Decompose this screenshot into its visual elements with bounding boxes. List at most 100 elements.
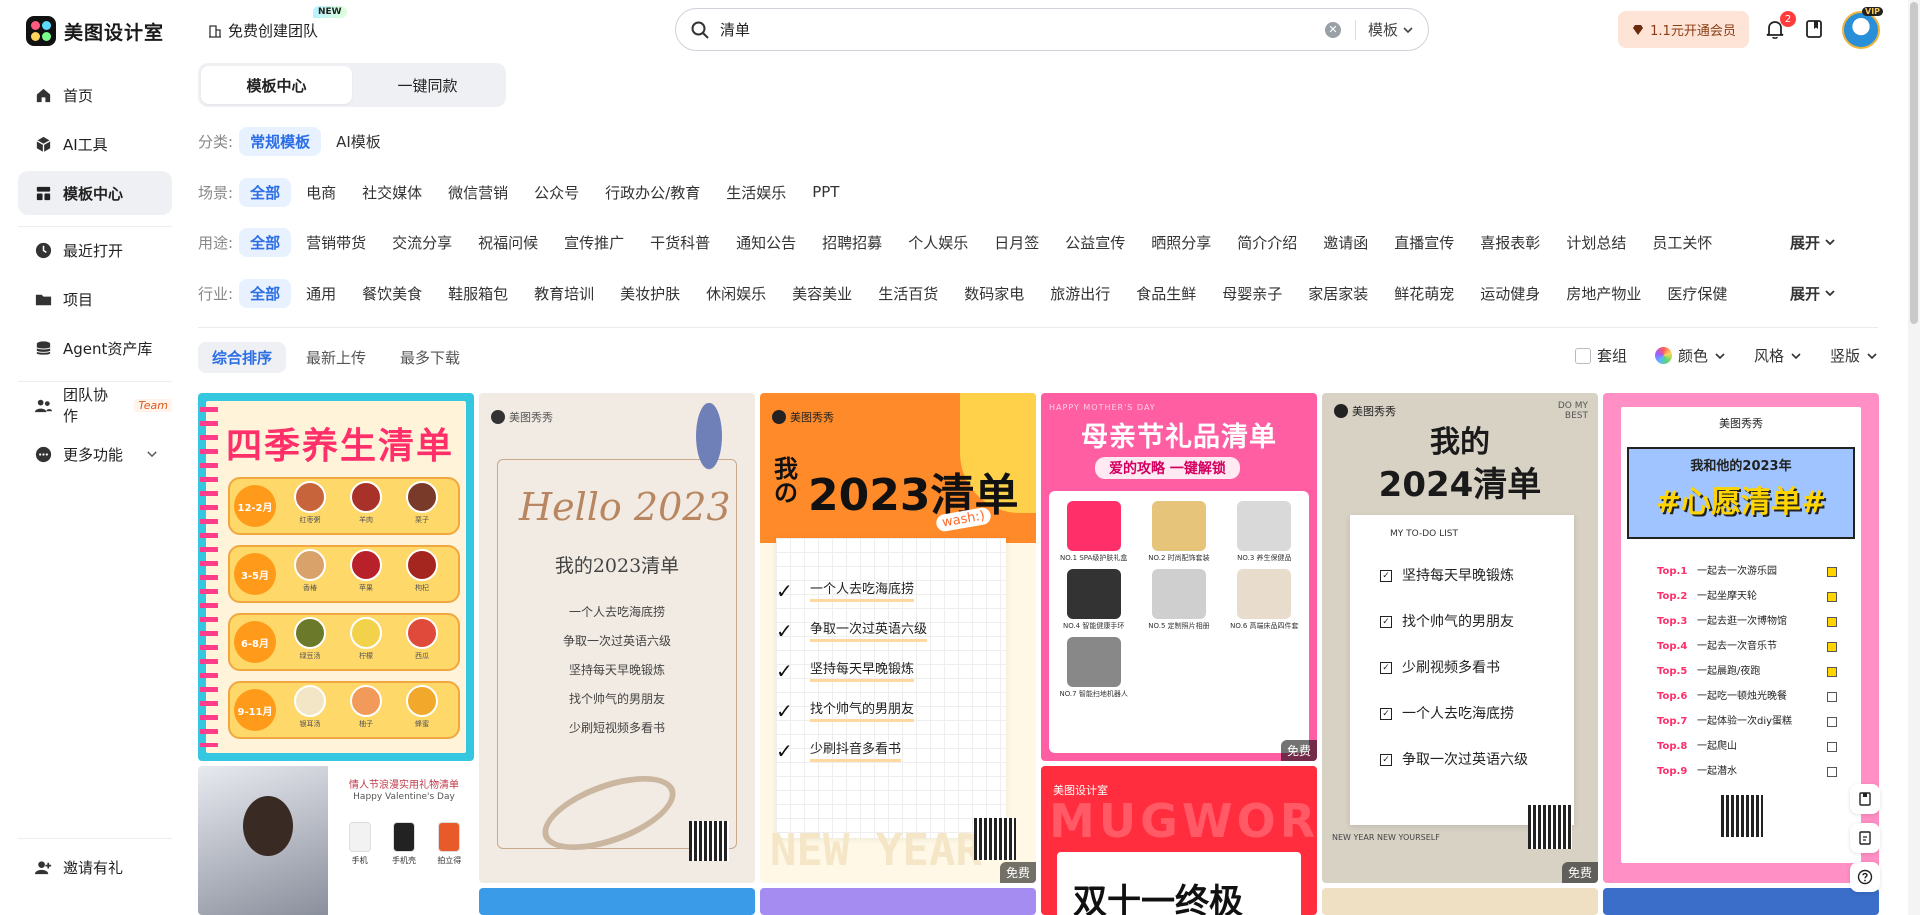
expand-button[interactable]: 展开 [1790,283,1836,304]
floating-feedback-button[interactable] [1850,823,1880,853]
list-item-text: 找个帅气的男朋友 [810,701,915,722]
filter-chip[interactable]: AI模板 [325,127,392,156]
filter-chip[interactable]: 计划总结 [1555,228,1637,257]
orientation-dropdown[interactable]: 竖版 [1830,345,1878,366]
filter-chip[interactable]: 房地产物业 [1555,279,1652,308]
filter-chip[interactable]: PPT [801,179,850,205]
sidebar-divider [18,381,172,382]
filter-chip[interactable]: 营销带货 [295,228,377,257]
sidebar-item-home[interactable]: 首页 [18,73,172,117]
filter-chip[interactable]: 通知公告 [725,228,807,257]
filter-chip[interactable]: 邀请函 [1312,228,1379,257]
sidebar-item-ai-tools[interactable]: AI工具 [18,122,172,166]
filter-chip[interactable]: 休闲娱乐 [695,279,777,308]
floating-help-button[interactable] [1850,862,1880,892]
sidebar-item-more[interactable]: 更多功能 [18,432,172,476]
food-label: 西瓜 [415,652,429,660]
floating-save-button[interactable] [1850,784,1880,814]
sidebar-item-templates[interactable]: 模板中心 [18,171,172,215]
filter-chip[interactable]: 公众号 [523,178,590,207]
filter-chip[interactable]: 教育培训 [523,279,605,308]
wish-item: Top.6 一起吃一顿烛光晚餐 [1657,684,1837,709]
filter-chip[interactable]: 生活娱乐 [715,178,797,207]
filter-chip[interactable]: 喜报表彰 [1469,228,1551,257]
template-card-my2023[interactable]: 美图秀秀 我の 2023清单 wash:) ✓ 一个人去吃海底捞 ✓ 争取一次过英语六… [760,393,1036,883]
avatar[interactable] [1842,11,1880,49]
vip-button[interactable]: 1.1元开通会员 [1618,11,1749,48]
color-dropdown[interactable]: 颜色 [1654,345,1726,366]
filter-chip[interactable]: 常规模板 [239,126,322,156]
filter-chip[interactable]: 数码家电 [953,279,1035,308]
database-icon [36,340,51,355]
filter-chip[interactable]: 餐饮美食 [351,279,433,308]
template-card-wishlist[interactable]: 美图秀秀 我和他的2023年 #心愿清单# Top.1 一起去一次游乐园 Top.2… [1603,393,1879,883]
filter-chip[interactable]: 家居家装 [1297,279,1379,308]
filter-chip[interactable]: 食品生鲜 [1125,279,1207,308]
search-input[interactable] [720,20,1325,39]
filter-chip[interactable]: 直播宣传 [1383,228,1465,257]
filter-chip[interactable]: 交流分享 [381,228,463,257]
sidebar-item-label: 更多功能 [63,445,124,464]
filter-chip[interactable]: 晒照分享 [1140,228,1222,257]
filter-chip[interactable]: 宣传推广 [553,228,635,257]
sort-most-downloaded[interactable]: 最多下载 [386,342,474,373]
filter-chip[interactable]: 员工关怀 [1641,228,1723,257]
template-card-peek[interactable] [479,888,755,915]
filter-chip[interactable]: 医疗保健 [1656,279,1738,308]
bookmark-book-icon[interactable] [1803,18,1825,40]
avatar-vip-tag: VIP [1862,7,1884,16]
create-team-button[interactable]: 免费创建团队 [208,20,318,41]
style-dropdown[interactable]: 风格 [1754,345,1802,366]
sidebar-item-projects[interactable]: 项目 [18,277,172,321]
filter-chip[interactable]: 公益宣传 [1054,228,1136,257]
template-card-hello2023[interactable]: 美图秀秀 Hello 2023 我的2023清单 一个人去吃海底捞 争取一次过英语… [479,393,755,883]
filter-chip[interactable]: 美妆护肤 [609,279,691,308]
sidebar: 美图设计室 首页 AI工具 模板中心 最近打开 项目 Agent资产库 团队协作… [0,0,190,915]
wish-text: 一起爬山 [1697,741,1737,752]
filter-chip[interactable]: 生活百货 [867,279,949,308]
filter-chip[interactable]: 行政办公/教育 [594,178,711,207]
set-checkbox[interactable]: 套组 [1574,345,1627,366]
filter-chip[interactable]: 全部 [239,177,292,207]
filter-chip[interactable]: 微信营销 [437,178,519,207]
app-logo[interactable]: 美图设计室 [26,16,164,46]
filter-chip[interactable]: 干货科普 [639,228,721,257]
filter-chip[interactable]: 个人娱乐 [897,228,979,257]
sort-comprehensive[interactable]: 综合排序 [198,341,287,373]
template-card-seasons[interactable]: 四季养生清单 12-2月 红枣粥 羊肉 栗子 3-5月 香椿 苹果 枸杞 6-8月 绿豆汤 柠檬 西瓜… [198,393,474,761]
template-card-my2024[interactable]: 美图秀秀 DO MY BEST 我的 2024清单 MY TO-DO LIST … [1322,393,1598,883]
sidebar-item-agent-assets[interactable]: Agent资产库 [18,326,172,370]
sidebar-item-recent[interactable]: 最近打开 [18,228,172,272]
sidebar-item-team[interactable]: 团队协作 Team [18,383,172,427]
filter-chip[interactable]: 通用 [295,279,347,308]
filter-chip[interactable]: 美容美业 [781,279,863,308]
filter-chip[interactable]: 全部 [239,278,292,308]
filter-chip[interactable]: 电商 [295,178,347,207]
filter-chip[interactable]: 鲜花萌宠 [1383,279,1465,308]
filter-chip[interactable]: 日月签 [983,228,1050,257]
template-card-valentine[interactable]: 情人节浪漫实用礼物清单 Happy Valentine's Day 手机 手机壳 拍… [198,766,474,915]
filter-chip[interactable]: 运动健身 [1469,279,1551,308]
template-card-peek[interactable] [760,888,1036,915]
filter-chip[interactable]: 祝福问候 [467,228,549,257]
scrollbar-thumb[interactable] [1910,2,1918,324]
invite-button[interactable]: 邀请有礼 [18,845,172,889]
sort-latest[interactable]: 最新上传 [292,342,380,373]
tab-one-click-same[interactable]: 一键同款 [352,66,503,104]
filter-chip[interactable]: 社交媒体 [351,178,433,207]
filter-chip[interactable]: 母婴亲子 [1211,279,1293,308]
checkbox-icon [1827,566,1837,577]
filter-chip[interactable]: 旅游出行 [1039,279,1121,308]
clear-search-icon[interactable]: ✕ [1324,21,1341,38]
template-card-mothersday[interactable]: HAPPY MOTHER'S DAY 母亲节礼品清单 爱的攻略 一键解锁 NO.… [1041,393,1317,761]
search-type-select[interactable]: 模板 [1368,19,1414,40]
template-card-peek[interactable] [1603,888,1879,915]
filter-chip[interactable]: 简介介绍 [1226,228,1308,257]
filter-chip[interactable]: 全部 [239,227,292,257]
template-card-double11[interactable]: 美图设计室 MUGWOR 双十一终极 [1041,766,1317,915]
filter-chip[interactable]: 招聘招募 [811,228,893,257]
template-card-peek[interactable] [1322,888,1598,915]
tab-template-center[interactable]: 模板中心 [201,66,352,104]
expand-button[interactable]: 展开 [1790,232,1836,253]
filter-chip[interactable]: 鞋服箱包 [437,279,519,308]
